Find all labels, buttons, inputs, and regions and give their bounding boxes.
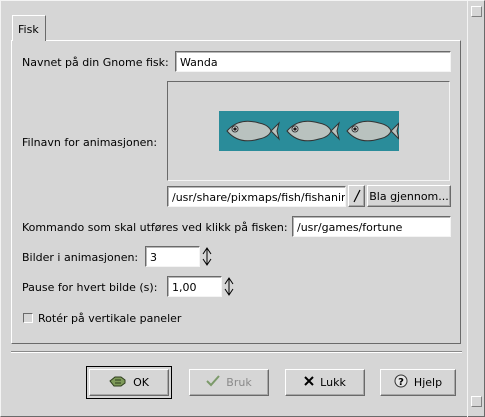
x-close-icon xyxy=(304,376,314,389)
rotate-checkbox[interactable] xyxy=(23,313,33,323)
question-mark-icon: ? xyxy=(394,374,408,391)
help-button-label: Hjelp xyxy=(413,376,443,389)
tab-fisk[interactable]: Fisk xyxy=(12,15,46,41)
spin-arrows-icon xyxy=(224,277,234,296)
ok-button-label: OK xyxy=(133,376,149,389)
fish-name-label: Navnet på din Gnome fisk: xyxy=(22,56,169,69)
button-separator xyxy=(11,351,462,353)
checkmark-icon xyxy=(206,375,221,390)
animation-file-label: Filnavn for animasjonen: xyxy=(22,136,158,149)
tab-fisk-label: Fisk xyxy=(18,23,39,36)
browse-button[interactable]: Bla gjennom... xyxy=(367,185,451,207)
animation-preview xyxy=(167,81,450,181)
frames-label: Bilder i animasjonen: xyxy=(22,251,139,264)
frames-stepper[interactable] xyxy=(201,246,213,267)
command-label: Kommando som skal utføres ved klikk på f… xyxy=(22,221,288,234)
apply-button-label: Bruk xyxy=(226,376,252,389)
spin-arrows-icon xyxy=(202,247,212,266)
frames-input[interactable]: 3 xyxy=(145,246,200,267)
pause-stepper[interactable] xyxy=(223,276,235,297)
close-button-label: Lukk xyxy=(320,376,346,389)
pause-label: Pause for hvert bilde (s): xyxy=(22,281,158,294)
fish-name-input[interactable]: Wanda xyxy=(175,51,451,72)
ok-hand-icon xyxy=(109,374,127,391)
slash-icon xyxy=(352,189,361,203)
svg-text:?: ? xyxy=(398,377,404,388)
path-history-button[interactable] xyxy=(348,185,365,207)
window-edge-grip-top[interactable] xyxy=(471,6,482,17)
ok-button[interactable]: OK xyxy=(86,366,172,399)
apply-button[interactable]: Bruk xyxy=(189,369,269,396)
browse-button-label: Bla gjennom... xyxy=(369,189,449,203)
command-input[interactable]: /usr/games/fortune xyxy=(292,216,451,237)
pause-input[interactable]: 1,00 xyxy=(167,276,222,297)
animation-path-input[interactable]: /usr/share/pixmaps/fish/fishanim xyxy=(167,186,346,207)
fish-animation-image xyxy=(219,111,400,151)
close-button[interactable]: Lukk xyxy=(285,369,365,396)
window-edge xyxy=(467,0,485,417)
help-button[interactable]: ? Hjelp xyxy=(380,369,456,396)
rotate-label: Rotér på vertikale paneler xyxy=(38,312,182,325)
window-edge-grip-bottom[interactable] xyxy=(471,396,482,407)
